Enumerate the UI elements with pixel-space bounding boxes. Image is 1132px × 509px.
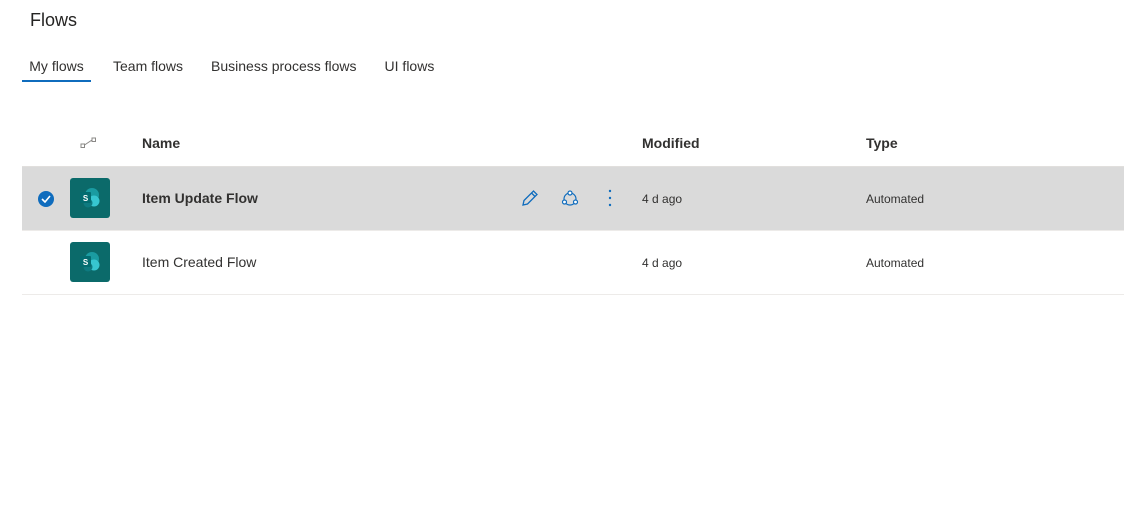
- table-row[interactable]: S Item Update Flow 4 d ago Automated: [22, 167, 1124, 231]
- table-row[interactable]: S Item Created Flow 4 d ago Automated: [22, 231, 1124, 295]
- flow-name[interactable]: Item Created Flow: [142, 254, 256, 270]
- edit-icon[interactable]: [519, 187, 541, 209]
- type-value: Automated: [866, 192, 925, 206]
- share-icon[interactable]: [559, 187, 581, 209]
- tab-business-process-flows[interactable]: Business process flows: [211, 56, 357, 82]
- svg-text:S: S: [83, 194, 89, 203]
- sharepoint-icon: S: [70, 178, 110, 218]
- column-header-type[interactable]: Type: [866, 135, 898, 151]
- tab-list: My flows Team flows Business process flo…: [22, 56, 434, 82]
- modified-value: 4 d ago: [642, 256, 683, 270]
- flow-name[interactable]: Item Update Flow: [142, 190, 258, 206]
- table-header: Name Modified Type: [22, 120, 1124, 167]
- flow-type-icon[interactable]: [80, 137, 98, 149]
- tab-team-flows[interactable]: Team flows: [113, 56, 183, 82]
- modified-value: 4 d ago: [642, 192, 683, 206]
- sharepoint-icon: S: [70, 242, 110, 282]
- tab-ui-flows[interactable]: UI flows: [385, 56, 435, 82]
- page-title: Flows: [30, 10, 78, 30]
- tab-my-flows[interactable]: My flows: [22, 56, 91, 82]
- column-header-modified[interactable]: Modified: [642, 135, 700, 151]
- type-value: Automated: [866, 256, 925, 270]
- flows-table: Name Modified Type S Item Update Flow 4 …: [22, 120, 1124, 295]
- row-checkbox-checked[interactable]: [38, 191, 54, 207]
- svg-text:S: S: [83, 258, 89, 267]
- column-header-name[interactable]: Name: [142, 135, 180, 151]
- more-options-icon[interactable]: [599, 187, 621, 209]
- checkmark-icon: [41, 195, 51, 203]
